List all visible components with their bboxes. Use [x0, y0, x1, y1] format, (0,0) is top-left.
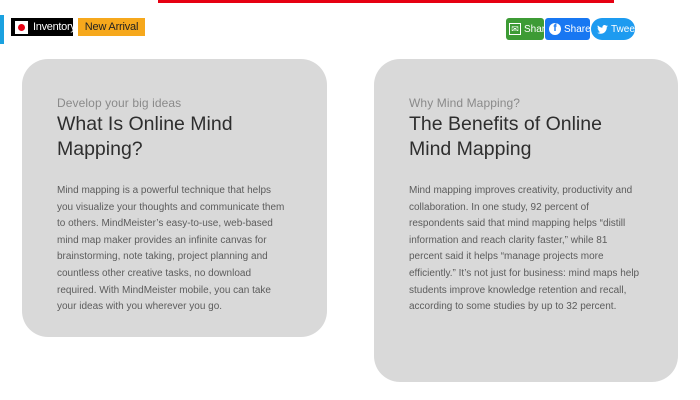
twitter-icon: [597, 24, 608, 34]
inventory-tag[interactable]: Inventory: [11, 18, 76, 36]
japan-flag-icon: [15, 20, 28, 34]
top-accent-bar: [158, 0, 614, 3]
new-arrival-tag[interactable]: New Arrival: [78, 18, 145, 36]
card-body-text: Mind mapping is a powerful technique tha…: [57, 185, 285, 313]
card-title: What Is Online Mind Mapping?: [57, 112, 292, 162]
card-title: The Benefits of Online Mind Mapping: [409, 112, 643, 162]
facebook-share-button[interactable]: f Share 0: [545, 18, 599, 40]
tweet-button[interactable]: Tweet: [591, 18, 638, 40]
card-eyebrow: Why Mind Mapping?: [409, 96, 521, 110]
info-card-what-is: Develop your big ideas What Is Online Mi…: [22, 59, 327, 337]
email-share-button[interactable]: ✉ Share: [506, 18, 551, 40]
left-accent-bar: [0, 15, 4, 44]
email-icon: ✉: [509, 23, 521, 35]
card-title-line: Mind Mapping: [409, 138, 532, 160]
info-card-benefits: Why Mind Mapping? The Benefits of Online…: [374, 59, 678, 382]
tweet-label: Tweet: [611, 23, 638, 35]
card-body-text: Mind mapping improves creativity, produc…: [409, 185, 640, 313]
card-title-line: Mapping?: [57, 138, 143, 160]
card-title-line: The Benefits of Online: [409, 113, 602, 135]
inventory-tag-label: Inventory: [33, 21, 76, 33]
card-title-line: What Is Online Mind: [57, 113, 233, 135]
facebook-icon: f: [549, 23, 561, 35]
card-eyebrow: Develop your big ideas: [57, 96, 182, 110]
